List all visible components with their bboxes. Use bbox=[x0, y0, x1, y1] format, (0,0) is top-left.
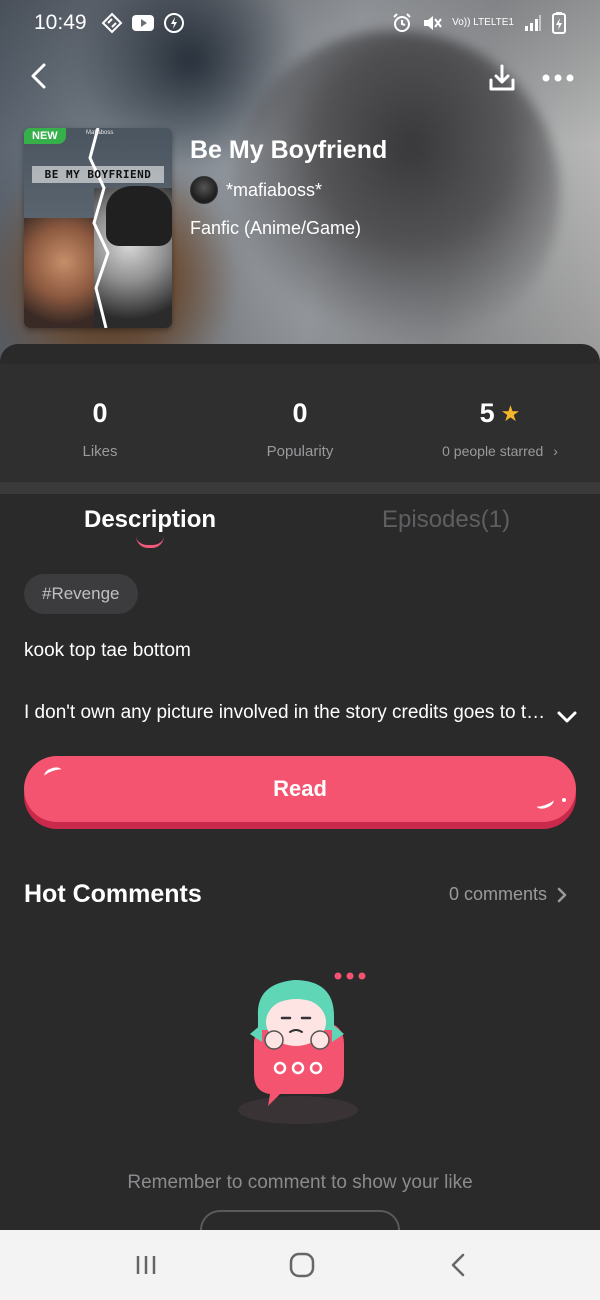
popularity-stat: 0 Popularity bbox=[200, 364, 400, 482]
comments-count-link[interactable]: 0 comments bbox=[449, 884, 567, 905]
network-top-label: Vo)) LTE bbox=[452, 17, 491, 28]
read-button[interactable]: Read bbox=[24, 756, 576, 822]
description-line-1: kook top tae bottom bbox=[24, 640, 191, 661]
top-action-bar bbox=[0, 56, 600, 100]
chevron-right-icon bbox=[557, 887, 567, 902]
read-button-label: Read bbox=[273, 776, 327, 801]
empty-comments-illustration bbox=[238, 972, 366, 1124]
likes-count: 0 bbox=[92, 398, 108, 428]
likes-label: Likes bbox=[82, 443, 118, 460]
recent-apps-icon bbox=[136, 1256, 156, 1274]
cover-crack-line bbox=[88, 128, 110, 328]
book-detail-panel: 0 Likes 0 Popularity 5 ★ 0 people starre… bbox=[0, 344, 600, 1250]
chevron-down-icon bbox=[557, 711, 577, 723]
button-shine bbox=[562, 798, 566, 802]
author-name: *mafiaboss* bbox=[226, 179, 323, 200]
download-button[interactable] bbox=[482, 58, 522, 98]
chevron-right-icon: › bbox=[553, 443, 558, 459]
network-label: Vo)) LTE LTE1 bbox=[452, 18, 514, 28]
description-line-2: I don't own any picture involved in the … bbox=[24, 702, 554, 723]
home-button[interactable] bbox=[284, 1248, 320, 1282]
rating-value: 5 bbox=[479, 398, 495, 428]
chevron-left-icon bbox=[31, 63, 46, 89]
header-hero-background: 10:49 Vo)) LTE LTE1 NEW Mafiaboss BE MY … bbox=[0, 0, 600, 362]
expand-description-button[interactable] bbox=[554, 704, 580, 730]
chevron-left-icon bbox=[451, 1253, 465, 1277]
new-badge: NEW bbox=[24, 128, 66, 144]
hot-comments-heading: Hot Comments bbox=[24, 880, 202, 908]
popularity-label: Popularity bbox=[266, 443, 334, 460]
active-tab-indicator bbox=[136, 536, 164, 548]
network-bottom-label: LTE1 bbox=[490, 17, 514, 28]
recent-apps-button[interactable] bbox=[128, 1248, 164, 1282]
starred-link[interactable]: 0 people starred › bbox=[442, 443, 558, 459]
back-button[interactable] bbox=[18, 56, 58, 96]
home-icon bbox=[289, 1252, 315, 1278]
popularity-count: 0 bbox=[292, 398, 308, 428]
section-divider bbox=[0, 482, 600, 494]
more-horizontal-icon bbox=[542, 74, 574, 82]
book-title: Be My Boyfriend bbox=[190, 136, 388, 164]
battery-icon bbox=[552, 12, 566, 34]
signal-icon bbox=[524, 14, 542, 32]
alarm-icon bbox=[392, 13, 412, 33]
cover-author-tag: Mafiaboss bbox=[86, 130, 114, 136]
vpn-icon bbox=[101, 12, 123, 34]
tag-chip[interactable]: #Revenge bbox=[24, 574, 138, 614]
book-cover[interactable]: NEW Mafiaboss BE MY BOYFRIEND bbox=[24, 128, 172, 328]
author-avatar bbox=[190, 176, 218, 204]
system-back-button[interactable] bbox=[440, 1248, 476, 1282]
author-link[interactable]: *mafiaboss* bbox=[190, 176, 322, 204]
book-genre: Fanfic (Anime/Game) bbox=[190, 218, 362, 238]
comments-count-label: 0 comments bbox=[449, 884, 548, 904]
cover-title: BE MY BOYFRIEND bbox=[32, 166, 164, 183]
tab-episodes[interactable]: Episodes(1) bbox=[382, 506, 510, 534]
starred-label: 0 people starred bbox=[442, 443, 544, 459]
tab-description[interactable]: Description bbox=[84, 506, 216, 534]
button-shine bbox=[534, 795, 556, 811]
more-options-button[interactable] bbox=[538, 58, 578, 98]
power-saving-icon bbox=[163, 12, 185, 34]
detail-tabs: Description Episodes(1) bbox=[0, 494, 600, 556]
button-shine bbox=[42, 765, 64, 781]
system-navigation-bar bbox=[0, 1230, 600, 1300]
status-time: 10:49 bbox=[34, 11, 87, 34]
empty-comments-text: Remember to comment to show your like bbox=[127, 1172, 473, 1193]
status-bar: 10:49 Vo)) LTE LTE1 bbox=[0, 0, 600, 46]
mute-icon bbox=[422, 13, 442, 33]
youtube-icon bbox=[131, 14, 155, 32]
rating-stat[interactable]: 5 ★ 0 people starred › bbox=[400, 364, 600, 482]
stats-row: 0 Likes 0 Popularity 5 ★ 0 people starre… bbox=[0, 364, 600, 482]
download-icon bbox=[489, 64, 515, 91]
star-icon: ★ bbox=[500, 400, 521, 426]
likes-stat: 0 Likes bbox=[0, 364, 200, 482]
